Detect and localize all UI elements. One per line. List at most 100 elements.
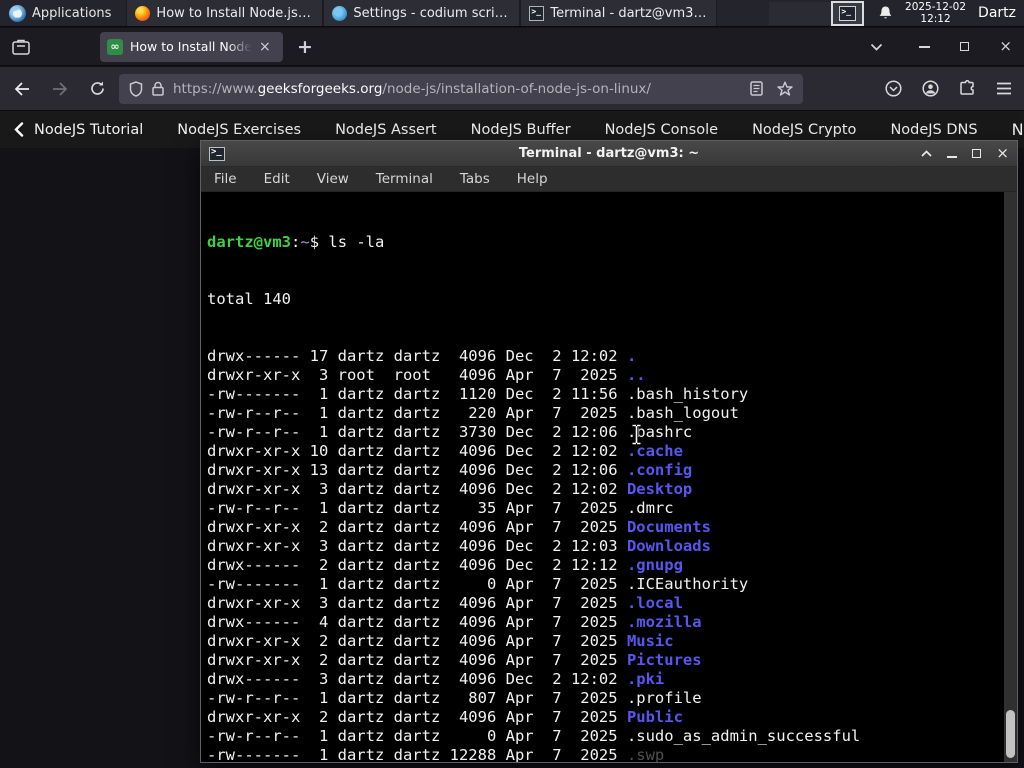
terminal-scrollbar-thumb[interactable] [1006,710,1015,758]
extensions-puzzle-icon[interactable] [959,80,976,97]
taskbar-window-button[interactable]: Settings - codium script... [323,0,521,26]
site-nav-link[interactable]: NodeJS Assert [335,122,437,138]
file-meta: drwxr-xr-x 2 dartz dartz 4096 Apr 7 2025 [207,708,627,726]
file-name: Desktop [626,480,693,498]
file-name: Downloads [626,537,711,555]
file-name: .mozilla [626,613,702,631]
terminal-minimize-icon[interactable] [947,156,958,158]
codium-icon [332,5,348,21]
terminal-close-icon[interactable]: × [996,146,1009,161]
shade-chevron-up-icon[interactable] [921,150,933,157]
clock[interactable]: 2025-12-02 12:12 [905,1,966,25]
url-text[interactable]: https://www.geeksforgeeks.org/node-js/in… [173,81,741,97]
clock-time: 12:12 [920,13,951,25]
pocket-icon[interactable] [885,80,902,97]
workspace-switcher[interactable] [769,0,865,26]
account-icon[interactable] [922,80,939,97]
site-nav-link[interactable]: NodeJS Exercises [177,122,301,138]
file-name: .bash_logout [626,404,739,422]
file-meta: -rw------- 1 dartz dartz 12288 Apr 7 202… [207,746,627,762]
terminal-title: Terminal - dartz@vm3: ~ [518,146,700,161]
file-name: .swp [626,746,665,762]
geeksforgeeks-favicon: ∞ [107,38,123,55]
terminal-scrollbar[interactable] [1004,192,1017,762]
new-tab-button[interactable]: + [297,36,313,58]
terminal-line: -rw-r--r-- 1 dartz dartz 35 Apr 7 2025 .… [207,499,1017,518]
tab-title: How to Install Node.js on [130,39,252,54]
file-name: .gnupg [626,556,683,574]
firefox-view-icon[interactable] [12,39,30,55]
file-name: .profile [626,689,702,707]
tab-close-icon[interactable]: × [259,40,271,54]
tracking-protection-shield-icon[interactable] [129,80,143,97]
top-panel: Applications How to Install Node.js o...… [0,0,1024,27]
site-nav-link[interactable]: NodeJS Console [605,122,719,138]
file-meta: drwx------ 4 dartz dartz 4096 Apr 7 2025 [207,613,627,631]
taskbar-window-button[interactable]: How to Install Node.js o... [126,0,324,26]
file-meta: -rw-r--r-- 1 dartz dartz 807 Apr 7 2025 [207,689,627,707]
file-meta: drwxr-xr-x 13 dartz dartz 4096 Dec 2 12:… [207,461,627,479]
file-name: Music [626,632,674,650]
window-maximize-icon[interactable] [960,42,970,51]
terminal-line: drwxr-xr-x 3 dartz dartz 4096 Dec 2 12:0… [207,480,1017,499]
terminal-prompt-line: dartz@vm3:~$ ls -la [207,233,385,251]
window-taskbar: How to Install Node.js o... Settings - c… [126,0,718,26]
terminal-menu-item[interactable]: File [214,171,237,187]
file-meta: drwxr-xr-x 2 dartz dartz 4096 Apr 7 2025 [207,651,627,669]
lock-icon[interactable] [152,81,164,96]
terminal-menu-item[interactable]: Edit [264,171,290,187]
panel-status-area: 2025-12-02 12:12 Dartz [878,1,1024,25]
file-name: .pki [626,670,665,688]
reader-mode-icon[interactable] [750,81,763,96]
applications-menu-button[interactable]: Applications [0,0,120,26]
terminal-menu-item[interactable]: Terminal [376,171,433,187]
site-nav-links: NodeJS Tutorial NodeJS Exercises NodeJS As… [34,122,978,138]
terminal-menu-item[interactable]: View [317,171,349,187]
terminal-menubar: File Edit View Terminal Tabs Help [201,167,1017,192]
terminal-line: drwxr-xr-x 3 root root 4096 Apr 7 2025 .… [207,366,1017,385]
menu-hamburger-icon[interactable] [996,82,1012,95]
terminal-menu-item[interactable]: Tabs [460,171,490,187]
prompt-path: ~ [300,233,310,251]
site-nav-link[interactable]: NodeJS DNS [890,122,977,138]
workspace-cell[interactable] [769,1,832,25]
firefox-tab-strip: ∞ How to Install Node.js on × + × [0,28,1024,66]
notifications-bell-icon[interactable] [878,5,893,21]
file-meta: -rw-r--r-- 1 dartz dartz 3730 Dec 2 12:0… [207,423,627,441]
file-meta: drwxr-xr-x 2 dartz dartz 4096 Apr 7 2025 [207,518,627,536]
terminal-line: -rw-r--r-- 1 dartz dartz 0 Apr 7 2025 .s… [207,727,1017,746]
firefox-nav-toolbar: https://www.geeksforgeeks.org/node-js/in… [0,67,1024,110]
list-all-tabs-chevron-icon[interactable] [870,43,883,51]
nav-scroll-left-chevron-icon[interactable] [14,122,24,137]
file-meta: drwx------ 2 dartz dartz 4096 Dec 2 12:1… [207,556,627,574]
window-minimize-icon[interactable] [919,45,931,48]
terminal-maximize-icon[interactable] [972,149,982,158]
url-bar[interactable]: https://www.geeksforgeeks.org/node-js/in… [119,73,803,104]
window-close-icon[interactable]: × [999,39,1012,54]
session-username[interactable]: Dartz [978,5,1016,21]
forward-icon[interactable] [52,81,68,96]
file-meta: drwx------ 17 dartz dartz 4096 Dec 2 12:… [207,347,627,365]
file-meta: drwxr-xr-x 3 dartz dartz 4096 Apr 7 2025 [207,594,627,612]
url-domain: geeksforgeeks.org [257,80,383,97]
bookmark-star-icon[interactable] [777,81,793,96]
reload-icon[interactable] [90,81,105,96]
terminal-menu-item[interactable]: Help [517,171,548,187]
site-nav-link[interactable]: NodeJS Buffer [471,122,571,138]
ibeam-cursor [632,424,641,445]
site-nav-link-truncated[interactable]: Node [1012,120,1024,139]
site-nav-link[interactable]: NodeJS Tutorial [34,122,143,138]
site-nav-link[interactable]: NodeJS Crypto [752,122,856,138]
terminal-icon [529,5,545,21]
terminal-titlebar[interactable]: Terminal - dartz@vm3: ~ × [201,141,1017,167]
back-icon[interactable] [14,81,30,96]
browser-tab[interactable]: ∞ How to Install Node.js on × [100,31,283,62]
file-meta: drwxr-xr-x 3 dartz dartz 4096 Dec 2 12:0… [207,537,627,555]
taskbar-window-button[interactable]: Terminal - dartz@vm3: ~ [520,0,718,26]
terminal-output: dartz@vm3:~$ ls -la total 140 drwx------… [207,195,1017,762]
workspace-cell-active[interactable] [831,0,865,26]
terminal-line: drwxr-xr-x 10 dartz dartz 4096 Dec 2 12:… [207,442,1017,461]
file-name: .config [626,461,693,479]
terminal-content[interactable]: dartz@vm3:~$ ls -la total 140 drwx------… [201,192,1017,762]
file-meta: drwxr-xr-x 3 root root 4096 Apr 7 2025 [207,366,627,384]
